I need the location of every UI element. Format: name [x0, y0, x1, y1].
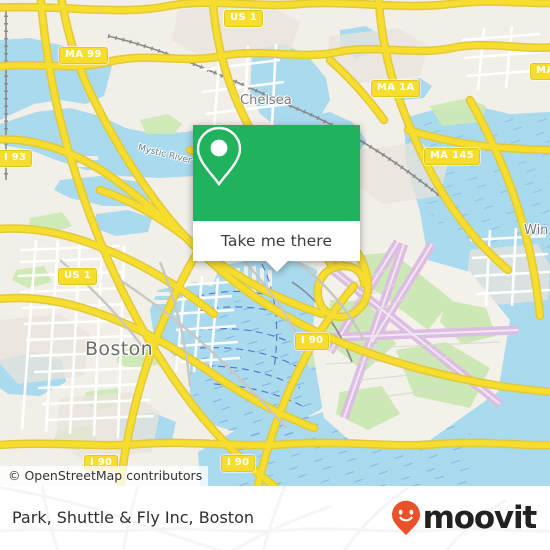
highway-shield-us-1-south: US 1: [58, 268, 97, 285]
highway-shield-i-90-center: I 90: [295, 333, 330, 350]
popup-pointer-tail: [265, 261, 288, 272]
popup-header: [193, 125, 360, 221]
take-me-there-label: Take me there: [220, 232, 333, 250]
moovit-wordmark: moovit: [422, 499, 538, 536]
popup-action-row[interactable]: Take me there: [193, 221, 360, 261]
highway-shield-ma-partial: MA: [530, 63, 550, 80]
osm-attribution[interactable]: © OpenStreetMap contributors: [0, 466, 209, 486]
place-title: Park, Shuttle & Fly Inc, Boston: [12, 508, 255, 527]
highway-shield-us-1-north: US 1: [224, 10, 263, 27]
map-pin-icon: [196, 126, 242, 187]
moovit-pin-smiley-icon: [391, 500, 420, 536]
highway-shield-ma-99: MA 99: [59, 47, 108, 64]
highway-shield-i-93: I 93: [0, 150, 33, 167]
map-canvas[interactable]: Chelsea Boston Win Mystic River US 1 MA …: [0, 0, 550, 486]
highway-shield-i-90-mid: I 90: [221, 455, 256, 472]
moovit-logo[interactable]: moovit: [391, 486, 538, 550]
highway-shield-ma-1a: MA 1A: [371, 80, 421, 97]
highway-shield-ma-145: MA 145: [424, 148, 480, 165]
footer-bar: Park, Shuttle & Fly Inc, Boston moovit: [0, 486, 550, 550]
moovit-map-screenshot: Chelsea Boston Win Mystic River US 1 MA …: [0, 0, 550, 550]
location-popup-card[interactable]: Take me there: [193, 125, 360, 272]
